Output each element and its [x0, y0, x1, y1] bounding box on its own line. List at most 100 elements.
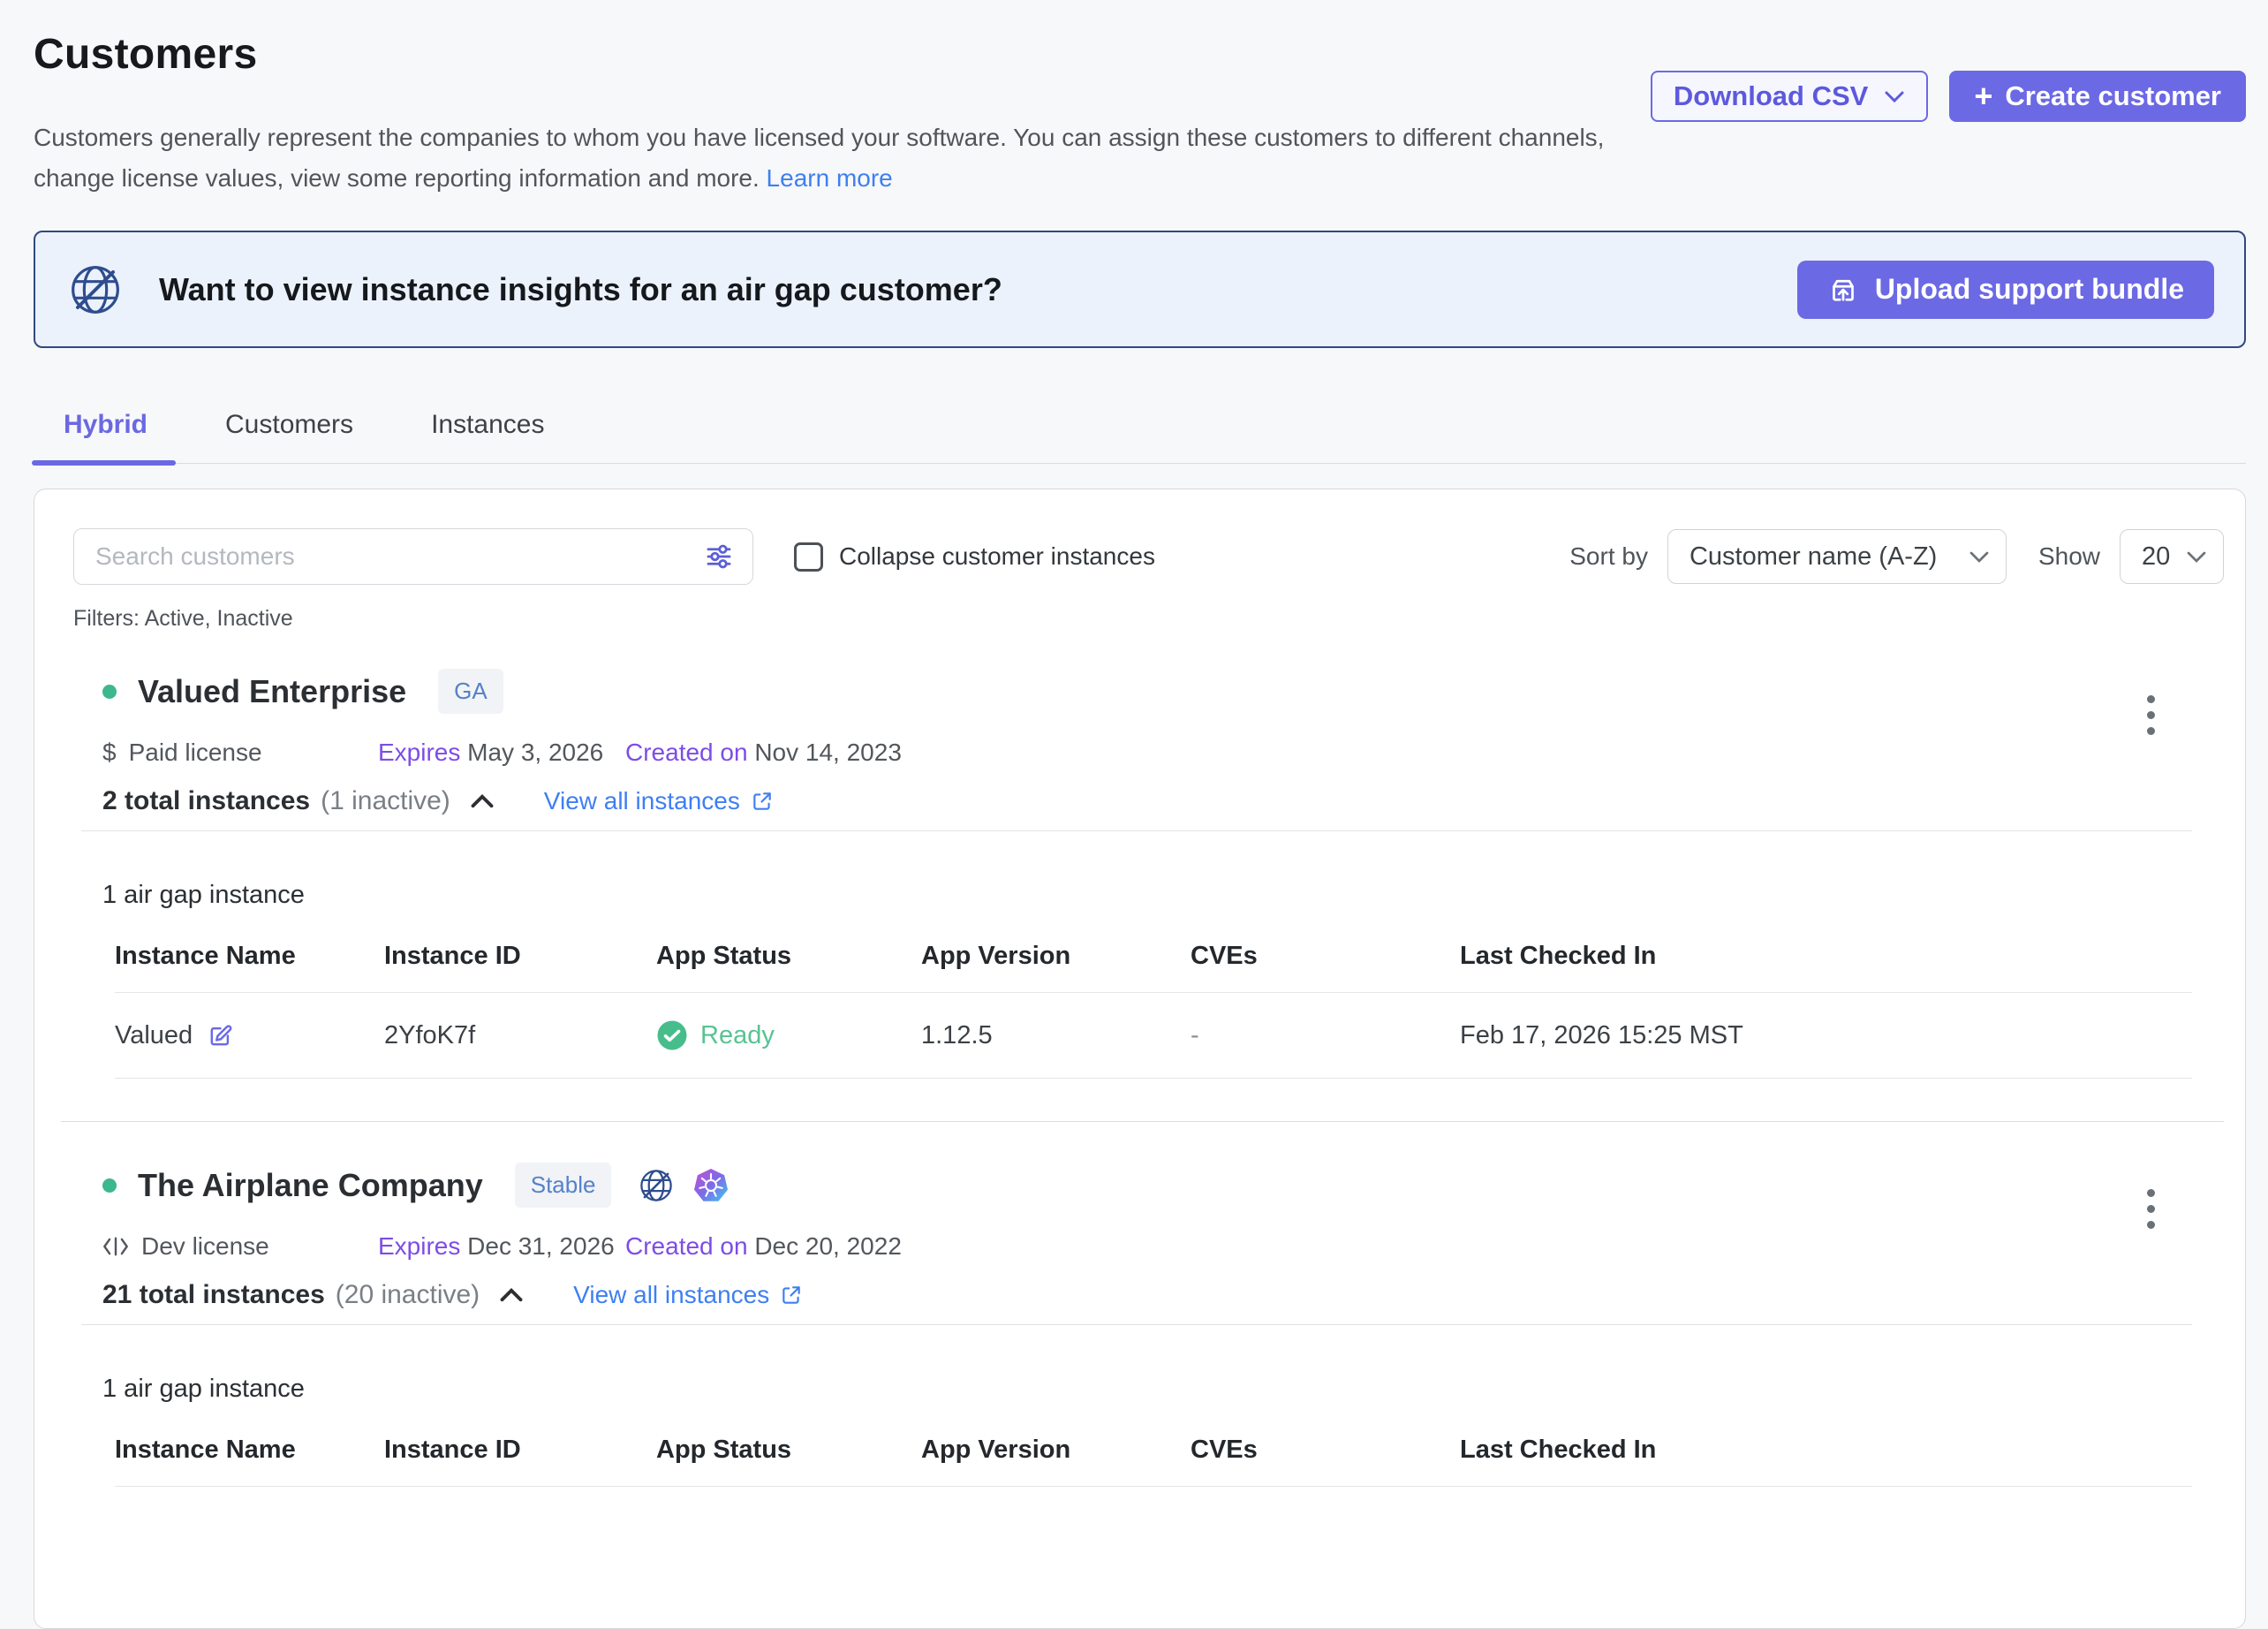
sort-by-label: Sort by	[1569, 542, 1648, 571]
filters-summary: Filters: Active, Inactive	[73, 606, 2224, 632]
column-header-app-version: App Version	[921, 1436, 1191, 1465]
instances-inactive-count: (1 inactive)	[321, 786, 450, 816]
external-link-icon	[751, 790, 774, 813]
customer-header: Valued Enterprise GA	[102, 669, 2224, 714]
created-on-label: Created on	[625, 1232, 748, 1260]
column-header-app-version: App Version	[921, 942, 1191, 971]
plus-icon: +	[1974, 80, 1992, 112]
instances-table: Instance Name Instance ID App Status App…	[115, 942, 2192, 1079]
list-controls: Sort by Customer name (A-Z) Show 20	[1569, 529, 2224, 584]
show-value: 20	[2142, 542, 2170, 572]
column-header-cves: CVEs	[1191, 1436, 1460, 1465]
app-version: 1.12.5	[921, 1021, 1191, 1050]
active-status-dot	[102, 1178, 117, 1193]
install-type-icons	[638, 1167, 730, 1204]
airgap-globe-icon	[67, 261, 124, 318]
view-all-instances-link[interactable]: View all instances	[573, 1281, 803, 1309]
active-status-dot	[102, 685, 117, 699]
filter-sliders-icon[interactable]	[703, 541, 735, 572]
created-on-date: Nov 14, 2023	[754, 739, 902, 766]
expires-date: May 3, 2026	[467, 739, 603, 766]
create-customer-button[interactable]: + Create customer	[1949, 71, 2246, 122]
column-header-app-status: App Status	[656, 942, 921, 971]
collapse-instances-checkbox[interactable]	[794, 542, 823, 572]
kubernetes-icon	[692, 1167, 730, 1204]
license-type-label: Paid license	[129, 739, 262, 767]
airgap-instance-count: 1 air gap instance	[102, 1375, 2224, 1404]
code-icon	[102, 1235, 129, 1258]
customer-menu-button[interactable]	[2140, 1182, 2162, 1236]
chevron-down-icon	[1969, 550, 1990, 564]
chevron-up-icon[interactable]	[466, 790, 498, 813]
upload-support-bundle-button[interactable]: Upload support bundle	[1797, 261, 2214, 319]
expires-label: Expires	[378, 739, 460, 766]
sort-by-value: Customer name (A-Z)	[1690, 542, 1937, 572]
channel-badge: Stable	[515, 1163, 612, 1208]
expires-field: Expires Dec 31, 2026	[378, 1232, 625, 1261]
table-row: Valued 2YfoK7f Ready 1.12.5	[115, 993, 2192, 1079]
search-input[interactable]	[94, 542, 703, 572]
license-type: Dev license	[102, 1232, 378, 1261]
table-header-row: Instance Name Instance ID App Status App…	[115, 1436, 2192, 1487]
customer-name[interactable]: The Airplane Company	[138, 1167, 483, 1204]
section-divider	[81, 830, 2192, 831]
chevron-down-icon	[1884, 90, 1905, 103]
airgap-instance-count: 1 air gap instance	[102, 881, 2224, 910]
customers-card: Collapse customer instances Sort by Cust…	[34, 489, 2246, 1629]
tab-instances[interactable]: Instances	[427, 410, 548, 463]
sort-by-select[interactable]: Customer name (A-Z)	[1667, 529, 2007, 584]
tab-hybrid[interactable]: Hybrid	[60, 410, 151, 463]
expires-date: Dec 31, 2026	[467, 1232, 615, 1260]
instances-summary-row: 2 total instances (1 inactive) View all …	[102, 786, 2224, 816]
expires-label: Expires	[378, 1232, 460, 1260]
page-header: Customers Download CSV + Create customer…	[0, 0, 2268, 199]
status-check-icon	[656, 1019, 688, 1051]
app-status-cell: Ready	[656, 1019, 921, 1051]
view-all-instances-link[interactable]: View all instances	[544, 787, 774, 815]
customer-section-airplane-company: The Airplane Company Stable	[73, 1163, 2224, 1487]
instances-table: Instance Name Instance ID App Status App…	[115, 1436, 2192, 1487]
created-on-date: Dec 20, 2022	[754, 1232, 902, 1260]
learn-more-link[interactable]: Learn more	[767, 164, 893, 192]
section-divider	[81, 1324, 2192, 1325]
create-customer-label: Create customer	[2005, 80, 2221, 112]
table-header-row: Instance Name Instance ID App Status App…	[115, 942, 2192, 993]
column-header-instance-name: Instance Name	[115, 942, 384, 971]
chevron-up-icon[interactable]	[495, 1284, 527, 1307]
instances-summary-row: 21 total instances (20 inactive) View al…	[102, 1280, 2224, 1310]
instance-name: Valued	[115, 1021, 193, 1050]
channel-badge: GA	[438, 669, 503, 714]
download-csv-label: Download CSV	[1674, 80, 1868, 112]
dollar-icon: $	[102, 739, 117, 767]
airgap-globe-icon	[638, 1167, 675, 1204]
customer-menu-button[interactable]	[2140, 688, 2162, 742]
page-description: Customers generally represent the compan…	[34, 117, 1614, 199]
instances-total: 21 total instances	[102, 1280, 325, 1310]
edit-instance-icon[interactable]	[207, 1022, 234, 1049]
tab-customers[interactable]: Customers	[222, 410, 357, 463]
column-header-instance-id: Instance ID	[384, 1436, 656, 1465]
download-csv-button[interactable]: Download CSV	[1651, 71, 1928, 122]
tab-bar: Hybrid Customers Instances	[34, 410, 2246, 464]
banner-title: Want to view instance insights for an ai…	[159, 271, 1797, 308]
column-header-app-status: App Status	[656, 1436, 921, 1465]
upload-support-bundle-label: Upload support bundle	[1875, 273, 2184, 306]
customer-name[interactable]: Valued Enterprise	[138, 673, 406, 710]
show-select[interactable]: 20	[2120, 529, 2224, 584]
created-on-label: Created on	[625, 739, 748, 766]
toolbar: Collapse customer instances Sort by Cust…	[73, 528, 2224, 585]
customer-meta: $ Paid license Expires May 3, 2026 Creat…	[102, 739, 2224, 767]
column-header-instance-id: Instance ID	[384, 942, 656, 971]
customer-separator	[61, 1121, 2224, 1122]
expires-field: Expires May 3, 2026	[378, 739, 625, 767]
created-on-field: Created on Nov 14, 2023	[625, 739, 902, 767]
header-actions: Download CSV + Create customer	[1651, 71, 2246, 122]
license-type-label: Dev license	[141, 1232, 269, 1261]
external-link-icon	[780, 1284, 803, 1307]
show-label: Show	[2038, 542, 2100, 571]
search-box	[73, 528, 753, 585]
app-status-label: Ready	[700, 1021, 775, 1050]
customer-section-valued-enterprise: Valued Enterprise GA $ Paid license Expi…	[73, 669, 2224, 1079]
license-type: $ Paid license	[102, 739, 378, 767]
instance-id: 2YfoK7f	[384, 1021, 656, 1050]
